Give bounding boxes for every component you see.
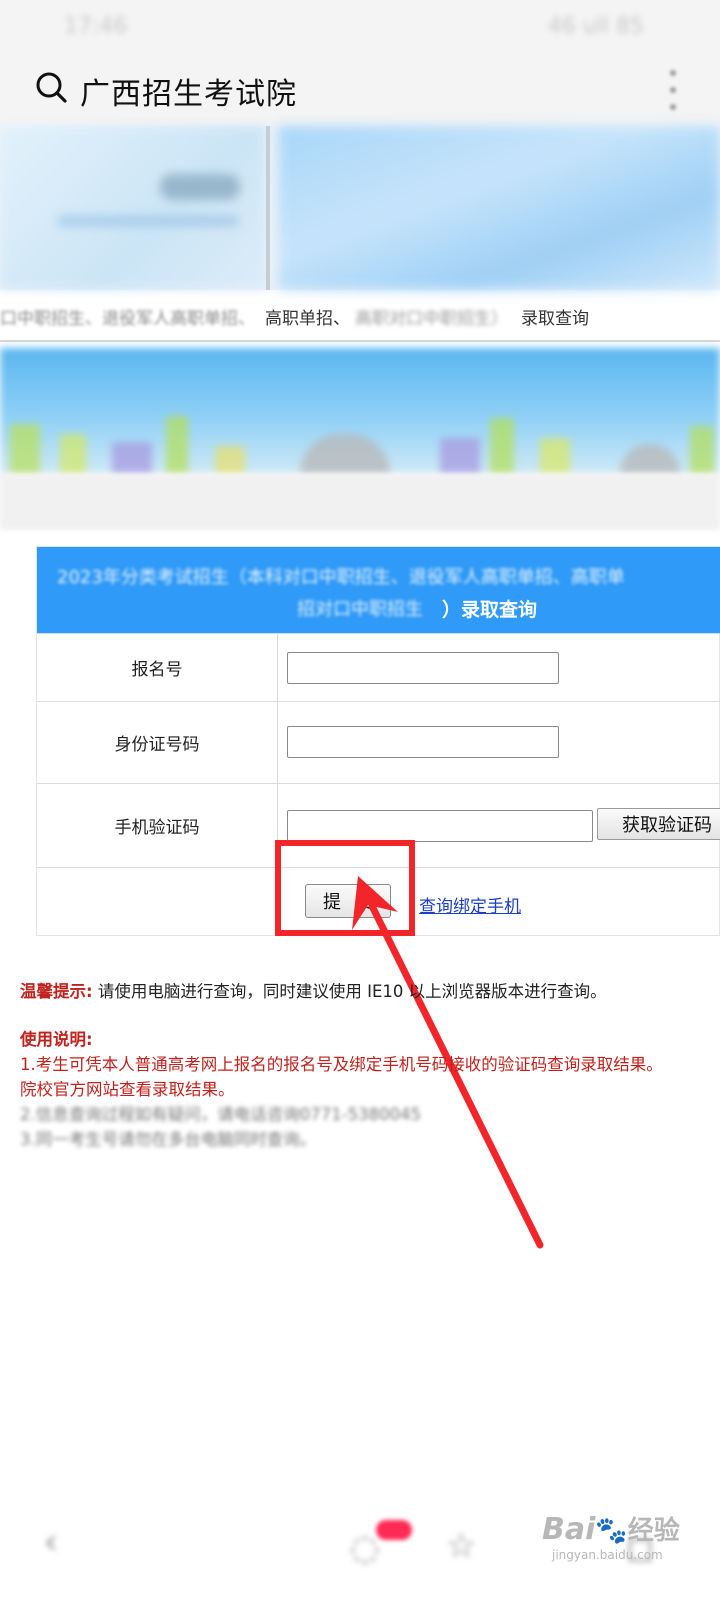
title-end: 录取查询 [521, 309, 589, 329]
registration-number-label: 报名号 [131, 660, 183, 680]
image-thumbnails [0, 126, 720, 290]
watermark-brand: Bai [542, 1512, 596, 1547]
id-number-label: 身份证号码 [114, 735, 200, 755]
form-header-line2: ）录取查询 [442, 599, 538, 621]
paw-icon: 🐾 [595, 1516, 628, 1546]
form-header-line1: 2023年分类考试招生（本科对口中职招生、退役军人高职单招、高职单 [57, 567, 625, 588]
search-bar[interactable]: 广西招生考试院 [0, 52, 720, 126]
tips-label: 温馨提示: [20, 982, 93, 1001]
title-blurred-mid: 高职对口中职招生） [355, 309, 508, 329]
form-header: 2023年分类考试招生（本科对口中职招生、退役军人高职单招、高职单 招对口中职招… [37, 547, 720, 633]
website-thumbnail [278, 126, 720, 290]
usage-line-3: 3.同一考生号请勿在多台电脑同时查询。 [20, 1130, 317, 1149]
watermark-brand-cn: 经验 [627, 1516, 680, 1546]
sms-code-label: 手机验证码 [114, 818, 200, 838]
tips-text: 温馨提示: 请使用电脑进行查询，同时建议使用 IE10 以上浏览器版本进行查询。 [20, 978, 607, 1002]
notification-badge [376, 1520, 412, 1540]
id-number-input[interactable] [287, 726, 559, 758]
more-options-icon[interactable] [668, 70, 678, 110]
usage-title: 使用说明: [20, 1030, 93, 1049]
site-logo-thumbnail [0, 126, 266, 290]
usage-line-2: 2.信息查询过程如有疑问，请电话咨询0771-5380045 [20, 1105, 422, 1124]
comment-icon[interactable]: ◌ [350, 1528, 380, 1568]
form-row-registration-number: 报名号 [37, 633, 720, 701]
form-row-id-number: 身份证号码 [37, 701, 720, 783]
hero-banner [0, 348, 720, 474]
registration-number-input[interactable] [287, 652, 559, 684]
search-icon[interactable] [34, 70, 68, 104]
usage-line-1: 1.考生可凭本人普通高考网上报名的报名号及绑定手机号码接收的验证码查询录取结果。 [20, 1055, 663, 1074]
tips-body: 请使用电脑进行查询，同时建议使用 IE10 以上浏览器版本进行查询。 [92, 982, 607, 1001]
page-title: 口中职招生、退役军人高职单招、 高职单招、 高职对口中职招生） 录取查询 [0, 300, 720, 336]
star-icon[interactable]: ☆ [446, 1526, 476, 1566]
usage-line-1b: 院校官方网站查看录取结果。 [20, 1080, 235, 1099]
highlight-box [275, 840, 415, 936]
baidu-jingyan-watermark: Bai🐾经验 jingyan.baidu.com [542, 1510, 680, 1562]
banner-footer [0, 474, 720, 530]
bind-phone-link[interactable]: 查询绑定手机 [419, 892, 521, 917]
title-blurred-start: 口中职招生、退役军人高职单招、 [0, 309, 255, 329]
watermark-domain: jingyan.baidu.com [552, 1548, 663, 1562]
status-time: 17:46 [64, 14, 128, 39]
form-header-line2-blurred: 招对口中职招生 [297, 599, 423, 620]
status-bar: 17:46 46 ull 85 [0, 0, 720, 52]
title-segment: 高职单招、 [265, 309, 350, 329]
divider [0, 340, 720, 342]
search-query[interactable]: 广西招生考试院 [80, 69, 297, 113]
back-icon[interactable]: ‹ [44, 1522, 58, 1562]
status-icons: 46 ull 85 [547, 14, 644, 39]
get-code-button[interactable]: 获取验证码 [597, 808, 720, 840]
sms-code-input[interactable] [287, 810, 593, 842]
